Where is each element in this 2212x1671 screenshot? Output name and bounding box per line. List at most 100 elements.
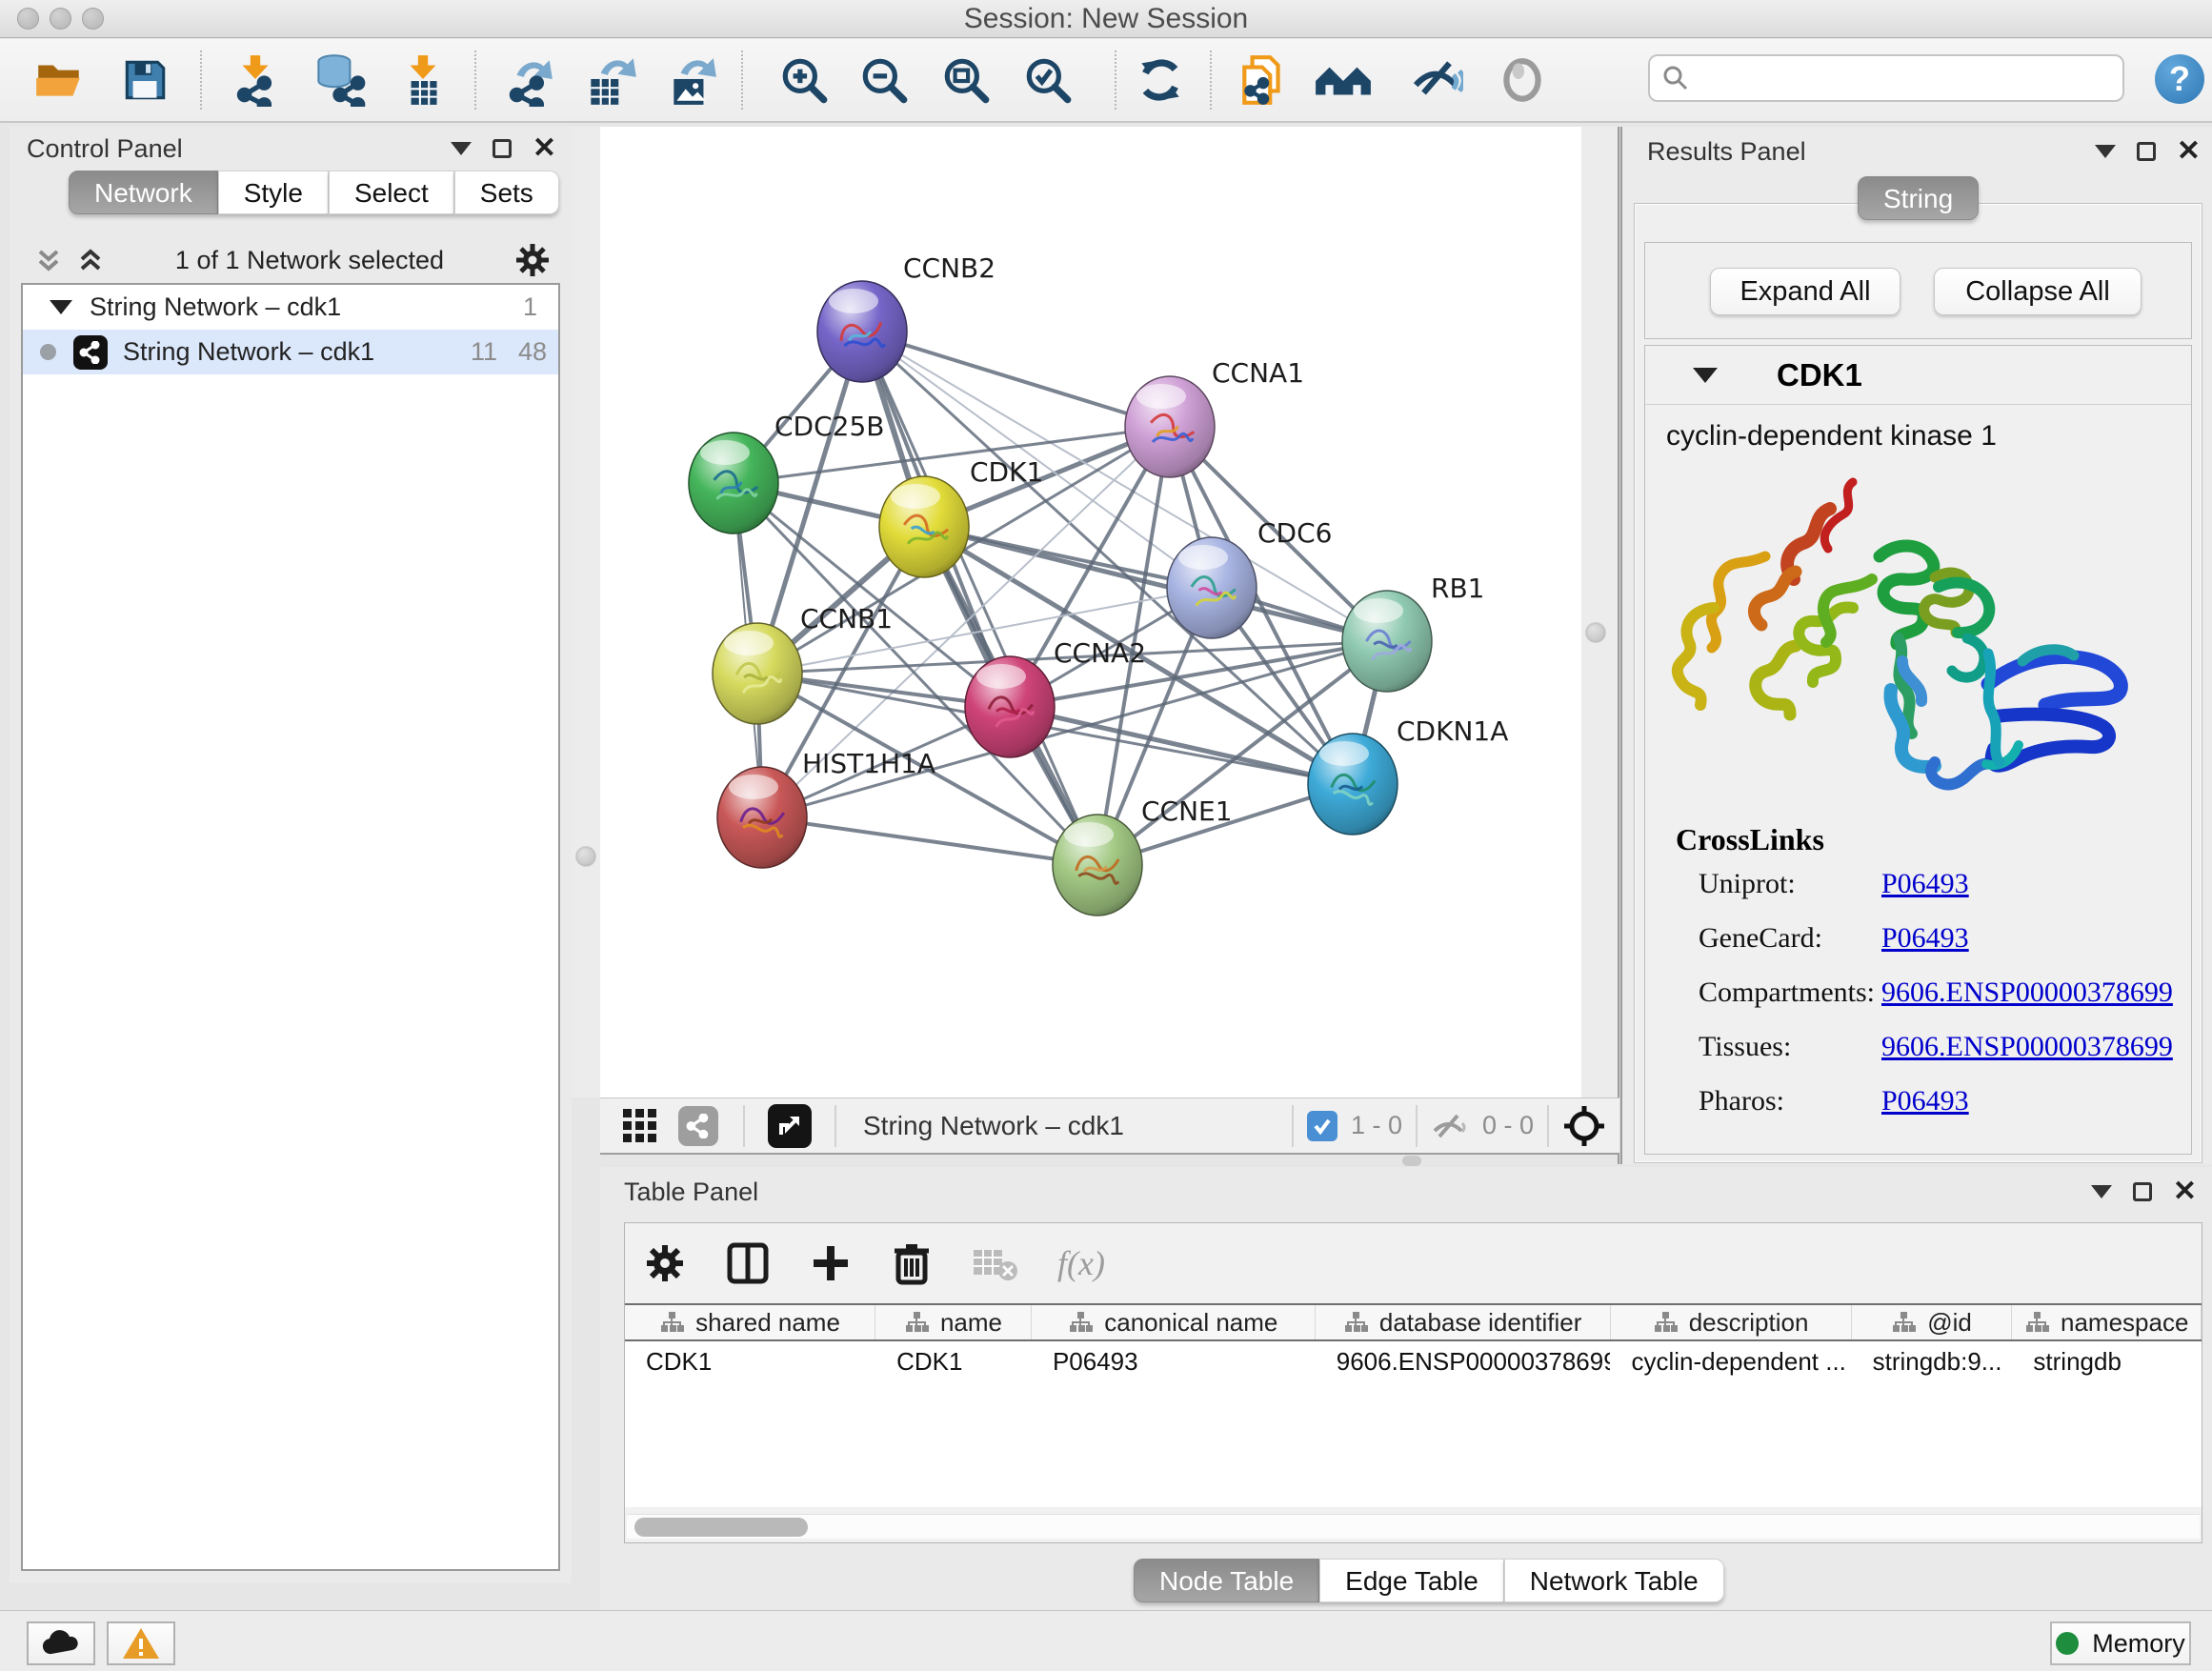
network-node-hist1h1a[interactable] bbox=[717, 767, 807, 868]
column-header-description[interactable]: description bbox=[1611, 1305, 1852, 1339]
show-hidden-icon[interactable] bbox=[1496, 53, 1549, 107]
collapse-all-button[interactable]: Collapse All bbox=[1934, 268, 2142, 315]
network-node-ccna1[interactable] bbox=[1125, 376, 1215, 477]
collapse-all-icon[interactable] bbox=[34, 244, 63, 276]
import-network-database-icon[interactable] bbox=[307, 53, 370, 107]
crosslink-link[interactable]: P06493 bbox=[1881, 922, 1969, 955]
panel-float-icon[interactable] bbox=[2133, 1182, 2152, 1201]
tab-string[interactable]: String bbox=[1858, 176, 1979, 220]
tab-edge-table[interactable]: Edge Table bbox=[1319, 1559, 1504, 1602]
network-node-ccne1[interactable] bbox=[1053, 815, 1142, 916]
selected-checkbox-icon[interactable] bbox=[1307, 1111, 1337, 1141]
column-header-canonical-name[interactable]: canonical name bbox=[1032, 1305, 1316, 1339]
grid-view-icon[interactable] bbox=[621, 1107, 659, 1145]
help-icon[interactable]: ? bbox=[2155, 54, 2204, 104]
left-splitter-handle[interactable] bbox=[575, 846, 596, 867]
hide-selected-icon[interactable] bbox=[1410, 53, 1463, 107]
panel-close-icon[interactable]: ✕ bbox=[533, 139, 556, 158]
column-header-namespace[interactable]: namespace bbox=[2012, 1305, 2202, 1339]
string-network-graph[interactable]: CCNB2CCNA1CDC25BCDK1CDC6RB1CCNB1CCNA2CDK… bbox=[600, 127, 1581, 1097]
panel-float-icon[interactable] bbox=[493, 139, 512, 158]
create-column-plus-icon[interactable] bbox=[810, 1242, 852, 1284]
panel-menu-icon[interactable] bbox=[2095, 145, 2116, 158]
crosslink-link[interactable]: 9606.ENSP00000378699 bbox=[1881, 976, 2173, 1009]
network-node-cdkn1a[interactable] bbox=[1308, 734, 1398, 835]
delete-column-trash-icon[interactable] bbox=[892, 1241, 932, 1285]
right-splitter-handle[interactable] bbox=[1585, 622, 1606, 643]
table-cell[interactable]: P06493 bbox=[1032, 1341, 1316, 1381]
refresh-layout-icon[interactable] bbox=[1134, 53, 1187, 107]
protein-section-header[interactable]: CDK1 bbox=[1645, 346, 2191, 405]
search-input[interactable] bbox=[1690, 64, 2100, 93]
collapse-caret-icon[interactable] bbox=[1693, 368, 1718, 383]
network-row[interactable]: String Network – cdk1 11 48 bbox=[23, 330, 558, 374]
network-canvas[interactable]: CCNB2CCNA1CDC25BCDK1CDC6RB1CCNB1CCNA2CDK… bbox=[600, 127, 1581, 1097]
copy-document-icon[interactable] bbox=[1237, 53, 1290, 107]
network-node-cdk1[interactable] bbox=[879, 476, 969, 577]
crosslink-link[interactable]: P06493 bbox=[1881, 868, 1969, 900]
gear-icon[interactable] bbox=[514, 242, 551, 278]
table-cell[interactable]: stringdb:9... bbox=[1852, 1341, 2013, 1381]
table-header-row[interactable]: shared namenamecanonical namedatabase id… bbox=[625, 1303, 2202, 1341]
open-session-icon[interactable] bbox=[32, 53, 86, 107]
right-splitter[interactable] bbox=[1581, 127, 1618, 1097]
crosslink-link[interactable]: 9606.ENSP00000378699 bbox=[1881, 1031, 2173, 1063]
table-row[interactable]: CDK1CDK1P064939606.ENSP00000378699cyclin… bbox=[625, 1341, 2202, 1381]
tab-node-table[interactable]: Node Table bbox=[1134, 1559, 1319, 1602]
table-cell[interactable]: cyclin-dependent ... bbox=[1610, 1341, 1851, 1381]
left-splitter[interactable] bbox=[572, 127, 600, 1097]
node-table[interactable]: shared namenamecanonical namedatabase id… bbox=[625, 1303, 2202, 1507]
zoom-out-icon[interactable] bbox=[857, 53, 911, 107]
scrollbar-thumb[interactable] bbox=[634, 1518, 808, 1537]
save-session-icon[interactable] bbox=[118, 53, 171, 107]
export-table-icon[interactable] bbox=[581, 53, 640, 107]
tab-select[interactable]: Select bbox=[329, 171, 454, 214]
column-header--id[interactable]: @id bbox=[1852, 1305, 2013, 1339]
panel-close-icon[interactable]: ✕ bbox=[2177, 142, 2201, 161]
network-node-cdc25b[interactable] bbox=[689, 433, 778, 534]
export-network-icon[interactable] bbox=[503, 53, 556, 107]
home-neighbors-icon[interactable] bbox=[1313, 53, 1374, 107]
tab-network-table[interactable]: Network Table bbox=[1504, 1559, 1724, 1602]
horizontal-splitter-handle[interactable] bbox=[1402, 1156, 1421, 1166]
show-columns-icon[interactable] bbox=[726, 1241, 770, 1285]
search-box[interactable] bbox=[1648, 54, 2124, 102]
import-table-icon[interactable] bbox=[396, 53, 450, 107]
panel-menu-icon[interactable] bbox=[451, 142, 472, 155]
network-node-rb1[interactable] bbox=[1342, 591, 1432, 692]
expand-all-button[interactable]: Expand All bbox=[1710, 268, 1900, 315]
tab-style[interactable]: Style bbox=[218, 171, 329, 214]
zoom-selected-icon[interactable] bbox=[1021, 53, 1075, 107]
zoom-in-icon[interactable] bbox=[777, 53, 831, 107]
table-horizontal-scrollbar[interactable] bbox=[627, 1514, 2200, 1539]
detach-view-icon[interactable] bbox=[768, 1104, 812, 1148]
memory-button[interactable]: Memory bbox=[2050, 1621, 2191, 1665]
panel-float-icon[interactable] bbox=[2137, 142, 2156, 161]
warnings-button[interactable] bbox=[107, 1621, 175, 1665]
network-node-cdc6[interactable] bbox=[1167, 537, 1257, 638]
table-cell[interactable]: CDK1 bbox=[875, 1341, 1032, 1381]
table-cell[interactable]: stringdb bbox=[2012, 1341, 2202, 1381]
string-view-icon[interactable] bbox=[678, 1106, 718, 1146]
network-node-ccnb1[interactable] bbox=[713, 623, 802, 724]
import-network-file-icon[interactable] bbox=[229, 53, 282, 107]
network-collection-row[interactable]: String Network – cdk1 1 bbox=[23, 285, 558, 330]
tab-network[interactable]: Network bbox=[69, 171, 218, 214]
table-settings-gear-icon[interactable] bbox=[644, 1242, 686, 1284]
panel-close-icon[interactable]: ✕ bbox=[2173, 1182, 2197, 1201]
panel-menu-icon[interactable] bbox=[2091, 1185, 2112, 1198]
crosshair-icon[interactable] bbox=[1562, 1104, 1606, 1148]
column-header-name[interactable]: name bbox=[875, 1305, 1032, 1339]
tree-expand-icon[interactable] bbox=[50, 300, 72, 314]
table-cell[interactable]: 9606.ENSP00000378699 bbox=[1316, 1341, 1611, 1381]
expand-all-icon[interactable] bbox=[76, 244, 105, 276]
network-node-ccnb2[interactable] bbox=[817, 281, 907, 382]
tab-sets[interactable]: Sets bbox=[454, 171, 559, 214]
column-header-database-identifier[interactable]: database identifier bbox=[1316, 1305, 1611, 1339]
table-cell[interactable]: CDK1 bbox=[625, 1341, 875, 1381]
column-header-shared-name[interactable]: shared name bbox=[625, 1305, 875, 1339]
zoom-fit-icon[interactable] bbox=[939, 53, 993, 107]
network-node-ccna2[interactable] bbox=[965, 656, 1055, 757]
export-image-icon[interactable] bbox=[665, 53, 718, 107]
crosslink-link[interactable]: P06493 bbox=[1881, 1085, 1969, 1117]
